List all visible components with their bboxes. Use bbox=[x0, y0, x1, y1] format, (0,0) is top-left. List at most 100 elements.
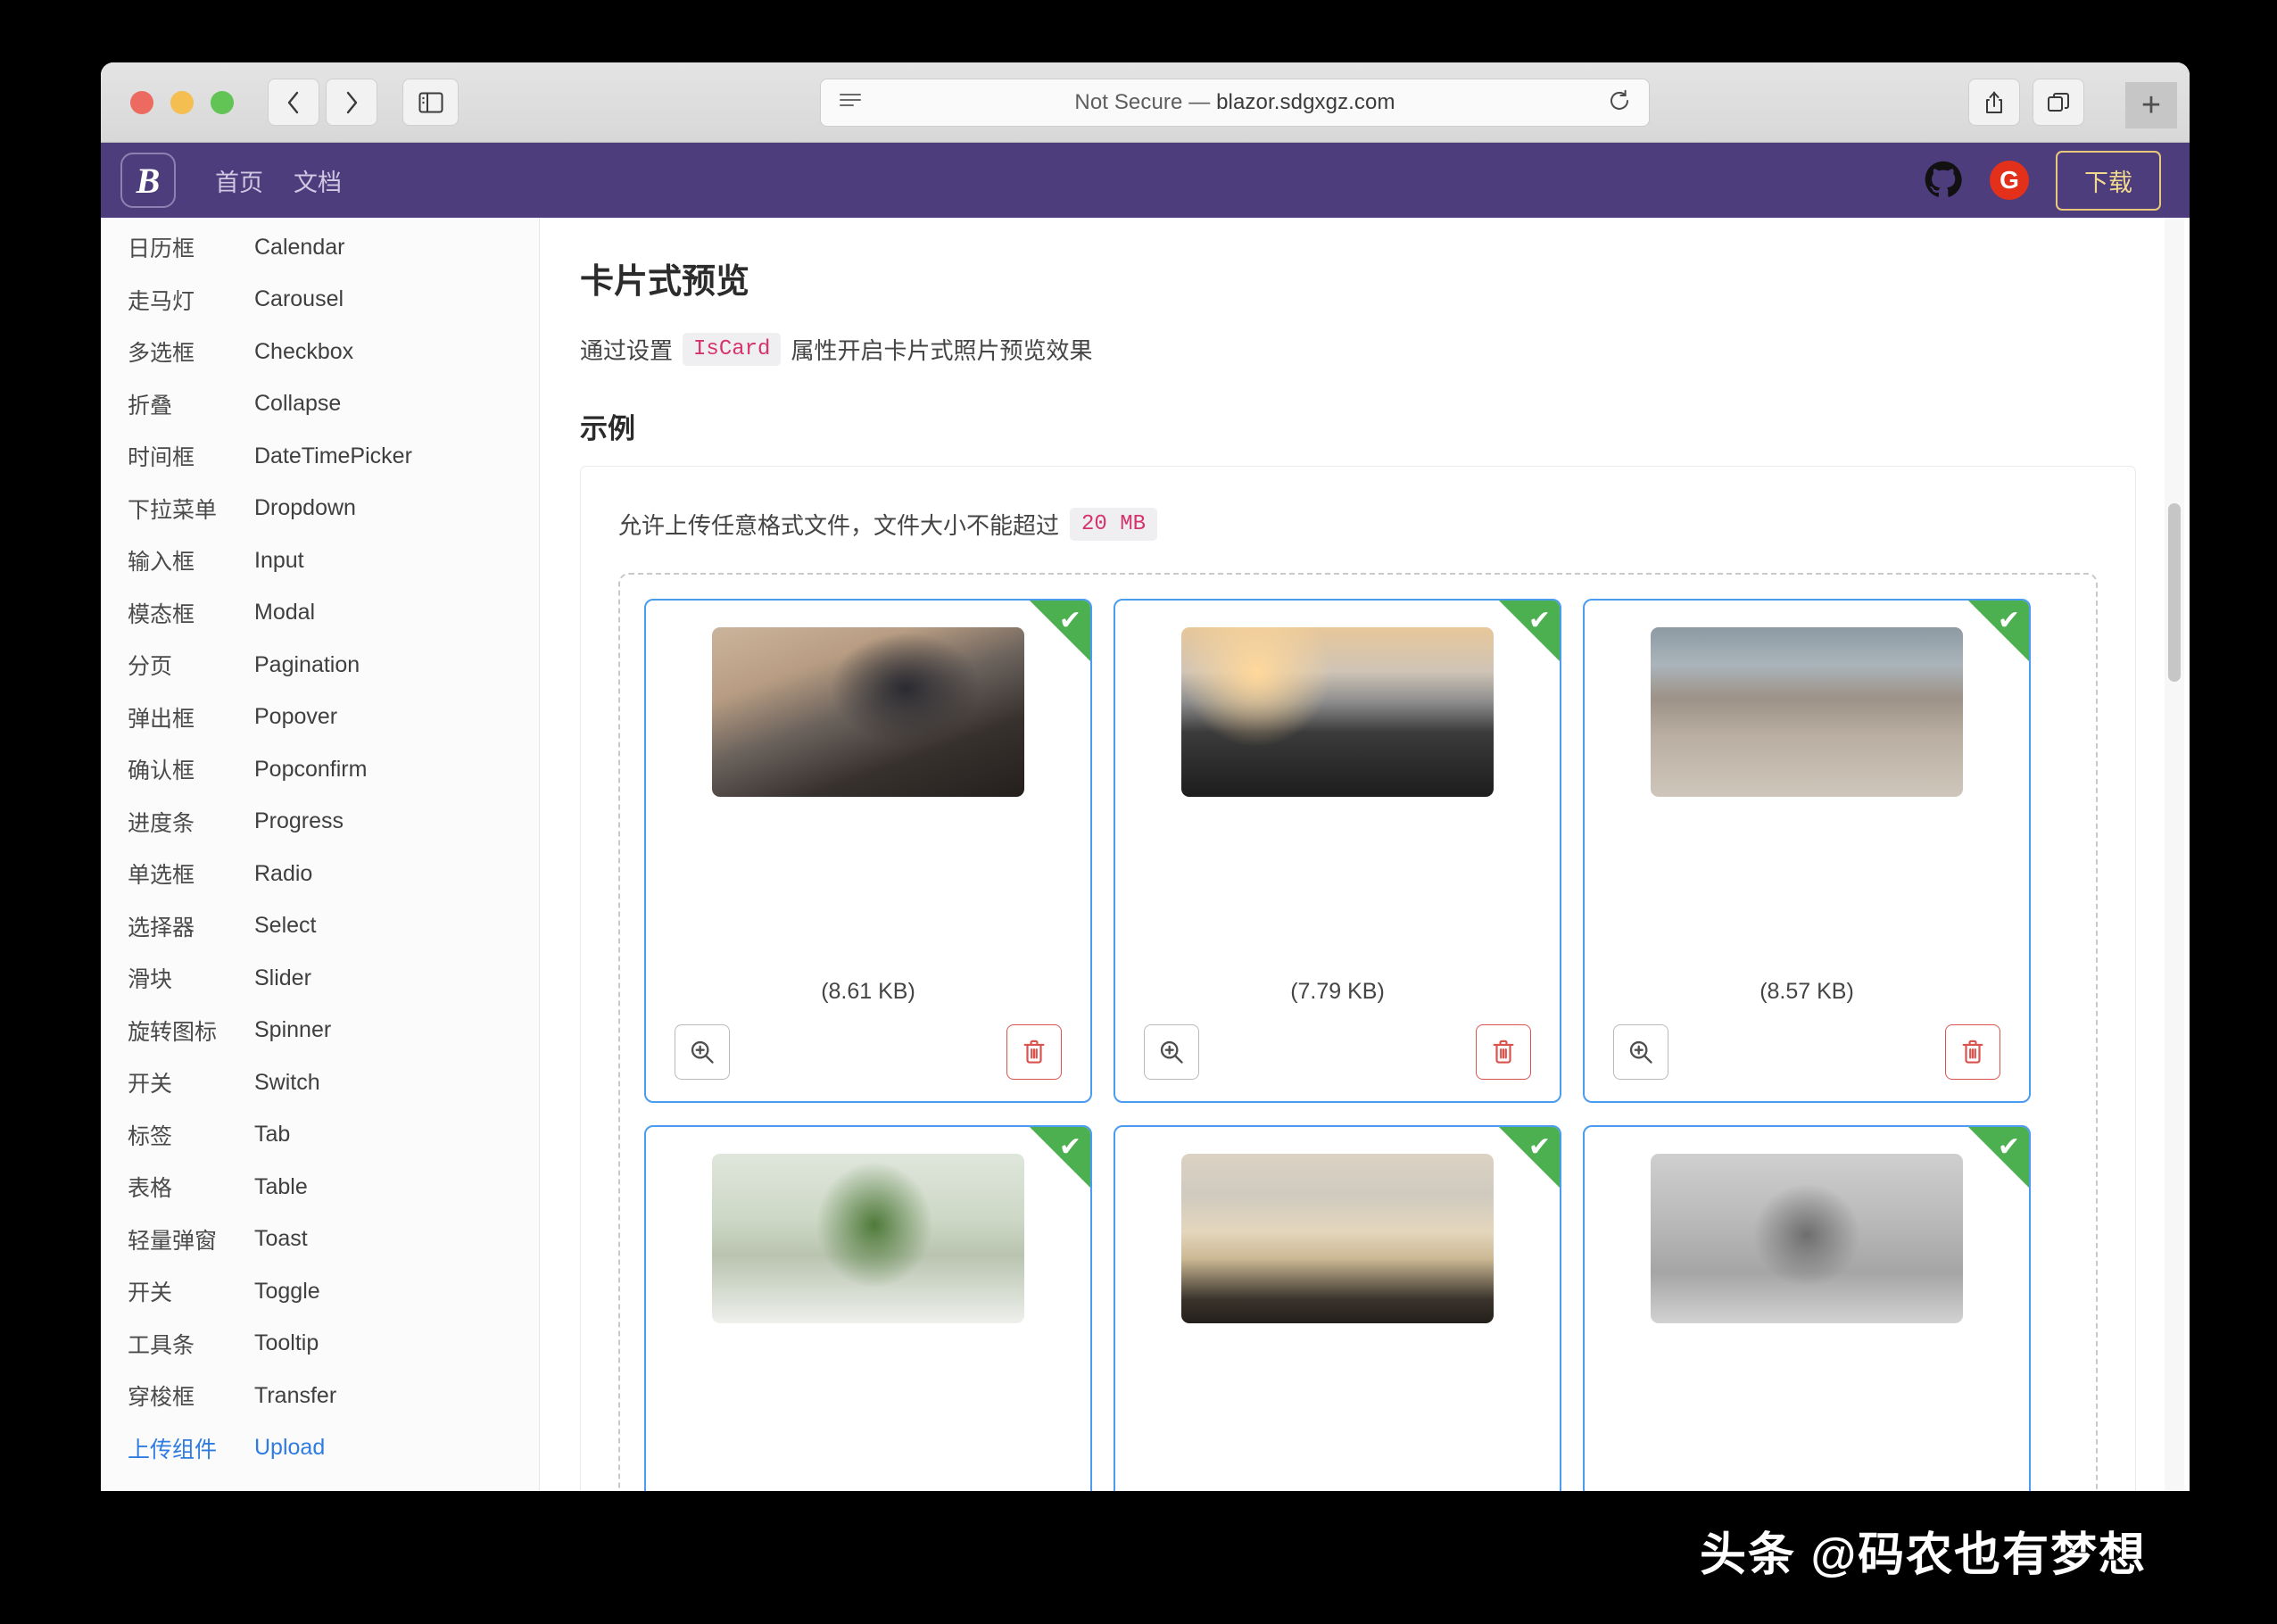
sidebar-item-label-en: Input bbox=[254, 547, 304, 573]
file-thumbnail bbox=[1651, 1154, 1963, 1323]
download-button[interactable]: 下载 bbox=[2056, 150, 2161, 211]
share-icon[interactable] bbox=[1968, 79, 2020, 126]
window-controls bbox=[130, 90, 234, 114]
navbar-links: 首页 文档 bbox=[215, 163, 342, 198]
sidebar-item-label-cn: 表格 bbox=[128, 1176, 173, 1202]
file-preview-card[interactable]: ✔ bbox=[1583, 1125, 2031, 1491]
sidebar-item-upload[interactable]: 上传组件 Upload bbox=[101, 1422, 539, 1475]
sidebar-item-toggle[interactable]: 开关 Toggle bbox=[101, 1265, 539, 1318]
main-content: 卡片式预览 通过设置 IsCard 属性开启卡片式照片预览效果 示例 允许上传任… bbox=[540, 218, 2190, 1491]
nav-link-docs[interactable]: 文档 bbox=[294, 163, 342, 198]
bench-on-pier-photo bbox=[1651, 627, 1963, 797]
docs-sidebar[interactable]: 日历框 Calendar 走马灯 Carousel 多选框 Checkbox 折叠 Colla… bbox=[101, 218, 540, 1491]
scrollbar-thumb[interactable] bbox=[2168, 503, 2181, 682]
file-size-label: (8.61 KB) bbox=[821, 979, 915, 1004]
sidebar-item-spinner[interactable]: 旋转图标 Spinner bbox=[101, 1005, 539, 1057]
sidebar-item-radio[interactable]: 单选框 Radio bbox=[101, 848, 539, 900]
site-logo[interactable]: B bbox=[120, 153, 176, 208]
page-scrollbar[interactable] bbox=[2165, 218, 2184, 1491]
trash-icon[interactable] bbox=[1006, 1024, 1062, 1080]
nav-link-home[interactable]: 首页 bbox=[215, 163, 263, 198]
sidebar-item-slider[interactable]: 滑块 Slider bbox=[101, 952, 539, 1005]
check-icon: ✔ bbox=[1528, 1132, 1551, 1162]
close-window-button[interactable] bbox=[130, 90, 153, 114]
sidebar-item-label-en: Toggle bbox=[254, 1278, 320, 1304]
upload-hint-text: 允许上传任意格式文件，文件大小不能超过 bbox=[618, 512, 1060, 539]
sidebar-item-label-en: Modal bbox=[254, 600, 316, 626]
sidebar-item-label-en: Transfer bbox=[254, 1382, 337, 1408]
file-thumbnail bbox=[712, 1154, 1024, 1323]
sidebar-item-label-cn: 输入框 bbox=[128, 550, 195, 576]
new-tab-button[interactable]: + bbox=[2125, 82, 2177, 128]
sidebar-item-tooltip[interactable]: 工具条 Tooltip bbox=[101, 1318, 539, 1371]
file-size-label: (7.79 KB) bbox=[1290, 979, 1385, 1004]
zoom-in-icon[interactable] bbox=[1613, 1024, 1668, 1080]
sidebar-item-label-en: Progress bbox=[254, 808, 344, 834]
sidebar-item-calendar[interactable]: 日历框 Calendar bbox=[101, 221, 539, 274]
sidebar-item-label-en: Toast bbox=[254, 1226, 308, 1252]
sidebar-item-tab[interactable]: 标签 Tab bbox=[101, 1109, 539, 1162]
check-icon: ✔ bbox=[1058, 606, 1081, 635]
sidebar-item-select[interactable]: 选择器 Select bbox=[101, 900, 539, 953]
zoom-in-icon[interactable] bbox=[675, 1024, 730, 1080]
gitee-letter: G bbox=[2000, 166, 2019, 194]
zoom-in-icon[interactable] bbox=[1144, 1024, 1199, 1080]
sidebar-item-transfer[interactable]: 穿梭框 Transfer bbox=[101, 1370, 539, 1422]
sidebar-item-label-en: Popover bbox=[254, 704, 338, 730]
trash-icon[interactable] bbox=[1476, 1024, 1531, 1080]
minimize-window-button[interactable] bbox=[170, 90, 194, 114]
file-card-actions bbox=[1585, 1024, 2029, 1080]
sidebar-item-label-en: Tab bbox=[254, 1122, 291, 1148]
back-button[interactable] bbox=[268, 79, 319, 126]
sidebar-item-label-cn: 上传组件 bbox=[128, 1437, 218, 1462]
sidebar-item-label-en: Spinner bbox=[254, 1017, 332, 1043]
reload-icon[interactable] bbox=[1608, 89, 1631, 117]
reader-view-icon[interactable] bbox=[839, 92, 862, 114]
sidebar-item-label-cn: 确认框 bbox=[128, 758, 195, 784]
sidebar-item-pagination[interactable]: 分页 Pagination bbox=[101, 639, 539, 692]
check-icon: ✔ bbox=[1058, 1132, 1081, 1162]
sidebar-item-popconfirm[interactable]: 确认框 Popconfirm bbox=[101, 743, 539, 796]
sidebar-toggle-icon[interactable] bbox=[402, 79, 459, 126]
url-text: Not Secure — blazor.sdgxgz.com bbox=[821, 90, 1649, 115]
browser-toolbar: Not Secure — blazor.sdgxgz.com + bbox=[101, 62, 2190, 143]
sidebar-item-dropdown[interactable]: 下拉菜单 Dropdown bbox=[101, 483, 539, 535]
toolbar-right-buttons bbox=[1968, 79, 2084, 126]
sidebar-item-modal[interactable]: 模态框 Modal bbox=[101, 587, 539, 640]
file-preview-card[interactable]: ✔ (8.57 KB) bbox=[1583, 599, 2031, 1103]
sidebar-item-checkbox[interactable]: 多选框 Checkbox bbox=[101, 326, 539, 378]
sidebar-item-label-cn: 选择器 bbox=[128, 915, 195, 940]
sidebar-item-carousel[interactable]: 走马灯 Carousel bbox=[101, 274, 539, 327]
trash-icon[interactable] bbox=[1945, 1024, 2000, 1080]
file-preview-card[interactable]: ✔ bbox=[1114, 1125, 1561, 1491]
check-icon: ✔ bbox=[1997, 1132, 2020, 1162]
site-navbar: B 首页 文档 G 下载 bbox=[101, 143, 2190, 218]
beach-rocks-photo bbox=[1181, 1154, 1494, 1323]
page-title: 卡片式预览 bbox=[580, 263, 750, 301]
file-preview-card[interactable]: ✔ (7.79 KB) bbox=[1114, 599, 1561, 1103]
gitee-icon[interactable]: G bbox=[1990, 161, 2029, 200]
tab-overview-icon[interactable] bbox=[2033, 79, 2084, 126]
sidebar-item-progress[interactable]: 进度条 Progress bbox=[101, 796, 539, 849]
sidebar-item-switch[interactable]: 开关 Switch bbox=[101, 1056, 539, 1109]
sidebar-item-label-en: Upload bbox=[254, 1435, 326, 1461]
address-bar[interactable]: Not Secure — blazor.sdgxgz.com bbox=[820, 79, 1650, 127]
forward-button[interactable] bbox=[326, 79, 377, 126]
file-thumbnail bbox=[1181, 627, 1494, 797]
sidebar-item-popover[interactable]: 弹出框 Popover bbox=[101, 692, 539, 744]
sidebar-item-datetimepicker[interactable]: 时间框 DateTimePicker bbox=[101, 430, 539, 483]
sidebar-item-table[interactable]: 表格 Table bbox=[101, 1161, 539, 1214]
file-preview-card[interactable]: ✔ (8.61 KB) bbox=[644, 599, 1092, 1103]
mountain-sunrise-photo bbox=[1181, 627, 1494, 797]
page-description: 通过设置 IsCard 属性开启卡片式照片预览效果 bbox=[580, 333, 2136, 366]
upload-dropzone[interactable]: ✔ (8.61 KB) ✔ (7.79 KB) ✔ (8.57 KB) ✔ ✔ ✔ bbox=[618, 573, 2098, 1491]
maximize-window-button[interactable] bbox=[211, 90, 234, 114]
desc-before: 通过设置 bbox=[580, 337, 674, 364]
github-icon[interactable] bbox=[1924, 161, 1963, 200]
sidebar-item-label-en: Dropdown bbox=[254, 495, 356, 521]
sidebar-item-input[interactable]: 输入框 Input bbox=[101, 534, 539, 587]
sidebar-item-toast[interactable]: 轻量弹窗 Toast bbox=[101, 1214, 539, 1266]
sidebar-item-label-cn: 日历框 bbox=[128, 236, 195, 262]
sidebar-item-collapse[interactable]: 折叠 Collapse bbox=[101, 378, 539, 431]
file-preview-card[interactable]: ✔ bbox=[644, 1125, 1092, 1491]
